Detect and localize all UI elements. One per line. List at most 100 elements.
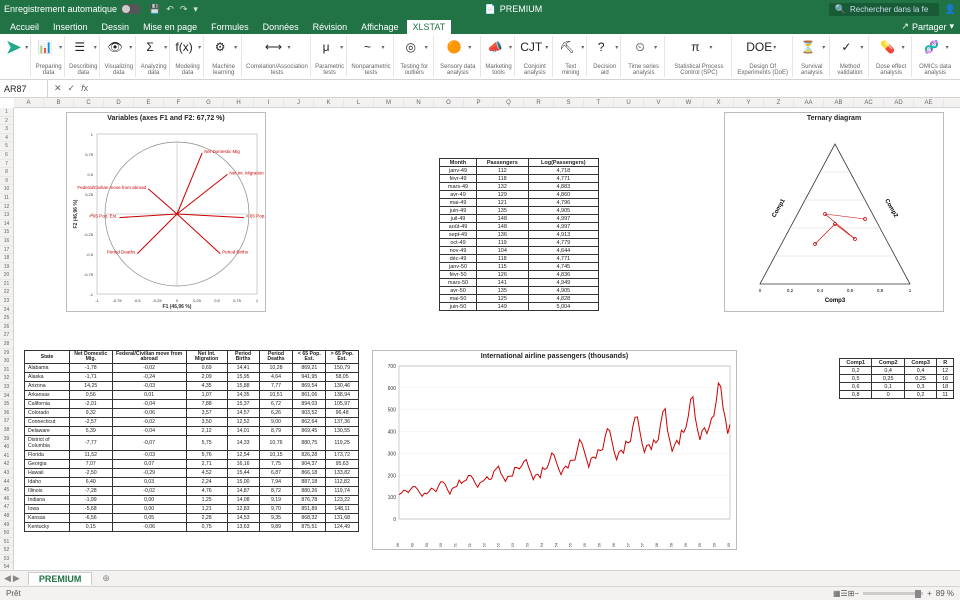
- fx-icon[interactable]: fx: [81, 83, 88, 94]
- ribbon-icon[interactable]: ?: [591, 37, 611, 57]
- ribbon-icon[interactable]: 👁: [105, 37, 125, 57]
- ribbon-icon[interactable]: 📊: [35, 37, 55, 57]
- ribbon-label: Dose effect analysis: [873, 64, 909, 76]
- svg-text:juil-57: juil-57: [640, 542, 645, 547]
- ribbon-icon[interactable]: 🧬: [922, 37, 942, 57]
- ribbon-icon[interactable]: ☰: [70, 37, 90, 57]
- tab-accueil[interactable]: Accueil: [4, 20, 45, 34]
- svg-text:juil-49: juil-49: [409, 542, 414, 547]
- ribbon-icon[interactable]: 📣: [485, 37, 505, 57]
- svg-text:0,6: 0,6: [847, 288, 854, 293]
- ribbon-icon[interactable]: ⚙: [210, 37, 230, 57]
- ternary-title: Ternary diagram: [725, 113, 943, 124]
- ribbon-icon[interactable]: ⏳: [798, 37, 818, 57]
- svg-text:< 65 Pop. Est.: < 65 Pop. Est.: [246, 214, 267, 219]
- ribbon-group: f(x)▾Modeling data: [172, 36, 204, 77]
- comp-table-grid: Comp1Comp2Comp3R0,20,40,4120,50,250,2516…: [839, 358, 954, 399]
- ribbon-icon[interactable]: f(x): [174, 37, 194, 57]
- ribbon-group: ✓▾Method validation: [832, 36, 869, 77]
- svg-text:janv-51: janv-51: [453, 542, 458, 547]
- undo-icon[interactable]: ↶: [166, 4, 174, 15]
- ribbon-icon[interactable]: π: [685, 37, 705, 57]
- svg-text:Comp2: Comp2: [883, 198, 899, 219]
- state-table[interactable]: StateNet Domestic Mig.Federal/Civilian m…: [24, 350, 359, 532]
- ternary-chart[interactable]: Ternary diagram Comp3Comp1Comp200,20,40,…: [724, 112, 944, 312]
- sheet-canvas[interactable]: Variables (axes F1 and F2: 67,72 %) Net …: [14, 108, 960, 578]
- ribbon-label: Analyzing data: [140, 64, 167, 76]
- pca-chart[interactable]: Variables (axes F1 and F2: 67,72 %) Net …: [66, 112, 266, 312]
- search-input[interactable]: [850, 5, 930, 14]
- tab-données[interactable]: Données: [257, 20, 305, 34]
- tab-formules[interactable]: Formules: [205, 20, 255, 34]
- enter-icon[interactable]: ✓: [68, 83, 76, 94]
- qat-dropdown-icon[interactable]: ▾: [193, 4, 198, 15]
- ribbon-icon[interactable]: Σ: [140, 37, 160, 57]
- svg-text:0,4: 0,4: [817, 288, 824, 293]
- svg-text:juil-50: juil-50: [438, 542, 443, 547]
- passengers-table[interactable]: MonthPassengersLog(Passengers)janv-49112…: [439, 158, 599, 311]
- view-layout-icon[interactable]: ☰: [841, 589, 848, 598]
- tab-révision[interactable]: Révision: [307, 20, 354, 34]
- row-headers[interactable]: 1234567891011121314151617181920212223242…: [0, 108, 14, 578]
- ribbon-icon[interactable]: ◎: [401, 37, 421, 57]
- search-box[interactable]: 🔍: [829, 3, 939, 16]
- zoom-out-icon[interactable]: −: [854, 589, 859, 598]
- ribbon-icon[interactable]: DOE: [749, 37, 769, 57]
- ribbon-label: Sensory data analysis: [438, 64, 478, 76]
- line-chart[interactable]: International airline passengers (thousa…: [372, 350, 737, 550]
- tab-dessin[interactable]: Dessin: [96, 20, 136, 34]
- tab-xlstat[interactable]: XLSTAT: [407, 20, 452, 34]
- sheet-tab-premium[interactable]: PREMIUM: [28, 572, 93, 585]
- ribbon-icon[interactable]: μ: [316, 37, 336, 57]
- svg-text:juil-54: juil-54: [553, 542, 558, 547]
- comp-table[interactable]: Comp1Comp2Comp3R0,20,40,4120,50,250,2516…: [839, 358, 954, 399]
- svg-text:F1 (46,96 %): F1 (46,96 %): [163, 304, 192, 309]
- ribbon-label: Text mining: [557, 64, 584, 76]
- ribbon-group: 📊▾Preparing data: [33, 36, 65, 77]
- save-icon[interactable]: 💾: [149, 4, 160, 15]
- tab-insertion[interactable]: Insertion: [47, 20, 94, 34]
- svg-text:janv-54: janv-54: [539, 542, 544, 547]
- svg-text:-1: -1: [89, 292, 93, 297]
- user-avatar-icon[interactable]: 👤: [945, 4, 956, 15]
- ribbon-icon[interactable]: 💊: [878, 37, 898, 57]
- add-sheet-button[interactable]: ⊕: [96, 573, 116, 584]
- worksheet[interactable]: ABCDEFGHIJKLMNOPQRSTUVWXYZAAABACADAE 123…: [0, 98, 960, 578]
- svg-text:0: 0: [176, 298, 179, 303]
- ribbon-icon[interactable]: ⏲: [630, 37, 650, 57]
- ribbon-label: Marketing tools: [485, 64, 513, 76]
- view-normal-icon[interactable]: ▦: [833, 589, 841, 598]
- autosave-toggle[interactable]: Enregistrement automatique: [4, 4, 141, 14]
- column-headers[interactable]: ABCDEFGHIJKLMNOPQRSTUVWXYZAAABACADAE: [14, 98, 960, 108]
- xlstat-run-icon[interactable]: ➤: [6, 37, 21, 58]
- cancel-icon[interactable]: ✕: [54, 83, 62, 94]
- tab-mise en page[interactable]: Mise en page: [137, 20, 203, 34]
- svg-text:janv-59: janv-59: [683, 542, 688, 547]
- ribbon-icon[interactable]: ⛏: [557, 37, 577, 57]
- ribbon-group: 🟠▾Sensory data analysis: [436, 36, 481, 77]
- redo-icon[interactable]: ↷: [180, 4, 188, 15]
- ribbon-icon[interactable]: ⟷: [264, 37, 284, 57]
- sheet-nav[interactable]: ◀▶: [0, 573, 24, 584]
- ribbon-label: Survival analysis: [797, 64, 827, 76]
- svg-text:0,75: 0,75: [233, 298, 242, 303]
- zoom-in-icon[interactable]: +: [927, 589, 932, 598]
- ribbon-group: ⟷▾Correlation/Association tests: [244, 36, 311, 77]
- zoom-control[interactable]: − + 89 %: [854, 589, 954, 598]
- svg-text:Net Domestic Mig: Net Domestic Mig: [204, 149, 240, 154]
- ribbon-icon[interactable]: ~: [358, 37, 378, 57]
- share-button[interactable]: ↗ Partager ▾: [895, 19, 960, 34]
- svg-text:janv-52: janv-52: [481, 542, 486, 547]
- zoom-slider[interactable]: [863, 592, 923, 595]
- ribbon-icon[interactable]: 🟠: [444, 37, 464, 57]
- ribbon-icon[interactable]: CJT: [521, 37, 541, 57]
- ribbon-label: Correlation/Association tests: [246, 64, 308, 76]
- name-box[interactable]: AR87: [0, 80, 48, 97]
- ribbon-icon[interactable]: ✓: [836, 37, 856, 57]
- view-break-icon[interactable]: ⊞: [848, 589, 855, 598]
- switch-icon[interactable]: [121, 4, 141, 14]
- tab-affichage[interactable]: Affichage: [355, 20, 404, 34]
- svg-text:1: 1: [91, 132, 94, 137]
- svg-text:-0,25: -0,25: [84, 232, 94, 237]
- svg-text:100: 100: [388, 495, 397, 501]
